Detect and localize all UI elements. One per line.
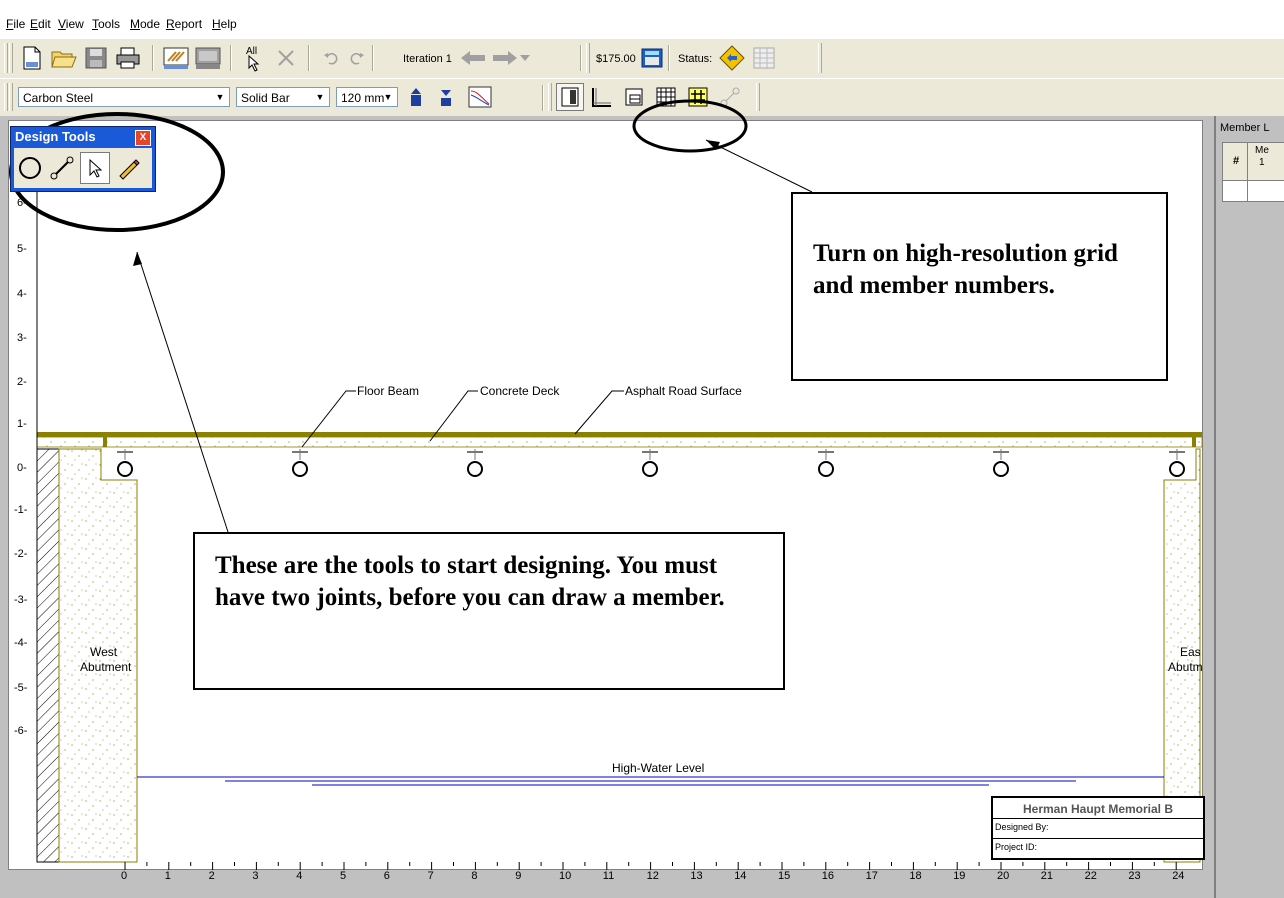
arrowhead (133, 252, 142, 266)
x-tick-label: 9 (515, 870, 522, 882)
west-abutment-label-1: West (90, 645, 118, 659)
member-number-header[interactable]: # (1233, 155, 1239, 167)
deck-joint-right (1192, 432, 1196, 447)
column-divider (1247, 181, 1248, 201)
joint[interactable] (467, 449, 483, 477)
joint[interactable] (818, 449, 834, 477)
design-tools-body (14, 148, 152, 188)
bridge-title: Herman Haupt Memorial B (1022, 802, 1174, 816)
x-tick-label: 24 (1172, 870, 1185, 882)
tools-callout: These are the tools to start designing. … (193, 532, 785, 690)
arrow-line (136, 251, 229, 533)
design-tools-title[interactable]: Design Tools (15, 129, 96, 144)
left-bank-hatch (36, 448, 60, 863)
x-tick-label: 15 (778, 870, 791, 882)
close-icon[interactable]: X (135, 130, 151, 146)
y-tick-label: 5- (17, 243, 27, 255)
divider (993, 838, 1203, 839)
x-tick-label: 1 (164, 870, 171, 882)
asphalt-surface (37, 432, 1202, 437)
grid-callout: Turn on high-resolution grid and member … (791, 192, 1168, 381)
x-tick-label: 20 (997, 870, 1010, 882)
x-tick-label: 3 (252, 870, 259, 882)
title-block: Herman Haupt Memorial B Designed By: Pro… (991, 796, 1205, 860)
x-tick-label: 19 (953, 870, 966, 882)
high-water-label: High-Water Level (612, 761, 705, 775)
eraser-tool-icon[interactable] (114, 154, 142, 182)
select-tool-icon[interactable] (80, 152, 110, 184)
x-tick-label: 7 (427, 870, 434, 882)
west-abutment-label-2: Abutment (80, 660, 132, 674)
x-tick-label: 11 (602, 870, 615, 882)
joint[interactable] (642, 449, 658, 477)
y-tick-label: -4- (14, 637, 28, 649)
column-divider (1247, 143, 1248, 181)
design-tools-palette: Design Tools X (10, 126, 156, 192)
x-axis-labels: 0 1 2 3 4 5 6 7 8 9 10 11 12 13 14 15 16 17 18 19 20 21 22 23 24 (0, 870, 1214, 890)
x-tick-label: 13 (690, 870, 703, 882)
x-axis-ruler (124, 862, 1177, 870)
y-tick-label: 3- (17, 332, 27, 344)
x-tick-label: 22 (1084, 870, 1097, 882)
project-id-label: Project ID: (995, 842, 1038, 852)
joint[interactable] (117, 449, 133, 477)
x-tick-label: 21 (1040, 870, 1054, 882)
y-tick-label: 2- (17, 376, 27, 388)
joint[interactable] (292, 449, 308, 477)
x-tick-label: 10 (559, 870, 572, 882)
member-material-header[interactable]: Me (1255, 145, 1269, 156)
designed-by-label: Designed By: (995, 822, 1049, 832)
x-tick-label: 12 (646, 870, 659, 882)
floor-beam-label: Floor Beam (357, 384, 420, 398)
y-tick-label: 1- (17, 418, 27, 430)
asphalt-label: Asphalt Road Surface (625, 384, 742, 398)
x-tick-label: 6 (383, 870, 390, 882)
member-tool-icon[interactable] (48, 154, 76, 182)
east-abutment-label-2: Abutm (1168, 660, 1203, 674)
member-material-header-2: 1 (1259, 157, 1265, 168)
joint-tool-icon[interactable] (16, 154, 44, 182)
member-list-panel: Member L # Me 1 (1214, 116, 1284, 898)
y-tick-label: -5- (14, 682, 28, 694)
x-tick-label: 16 (821, 870, 835, 882)
concrete-deck-label: Concrete Deck (480, 384, 560, 398)
joint[interactable] (993, 449, 1009, 477)
divider (993, 818, 1203, 819)
highlight-ellipse-grid (632, 99, 748, 153)
asphalt-leader (574, 390, 624, 435)
east-abutment-label-1: Eas (1180, 645, 1201, 659)
x-tick-label: 0 (121, 870, 128, 882)
concrete-deck (36, 436, 1203, 448)
member-list-row[interactable] (1222, 180, 1284, 202)
joint[interactable] (1169, 449, 1185, 477)
x-tick-label: 18 (909, 870, 922, 882)
x-tick-label: 14 (734, 870, 747, 882)
x-tick-label: 2 (208, 870, 215, 882)
y-tick-label: 6- (17, 197, 27, 209)
x-tick-label: 5 (340, 870, 347, 882)
y-tick-label: -6- (14, 725, 28, 737)
y-tick-label: -1- (14, 504, 28, 516)
y-tick-label: -2- (14, 548, 28, 560)
bridge-drawing (9, 99, 1203, 870)
x-tick-label: 8 (471, 870, 478, 882)
member-list-title: Member L (1220, 122, 1270, 134)
y-tick-label: -3- (14, 594, 28, 606)
y-tick-label: 0- (17, 462, 27, 474)
y-tick-label: 4- (17, 288, 27, 300)
x-tick-label: 17 (865, 870, 878, 882)
deck-joints (117, 449, 1185, 477)
x-tick-label: 4 (296, 870, 303, 882)
member-list-header: # Me 1 (1222, 142, 1284, 182)
x-tick-label: 23 (1128, 870, 1141, 882)
deck-joint-left (103, 432, 107, 447)
